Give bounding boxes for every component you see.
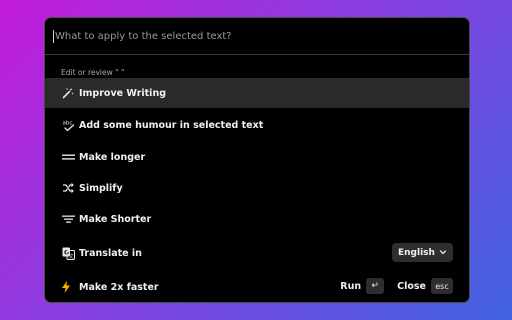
- lines-short-icon: [61, 212, 75, 226]
- magic-wand-icon: [61, 86, 75, 100]
- search-input[interactable]: [55, 30, 435, 42]
- command-label: Add some humour in selected text: [79, 119, 264, 131]
- command-label: Make longer: [79, 151, 146, 163]
- language-select-value: English: [398, 247, 435, 258]
- simplify-icon: [61, 181, 75, 195]
- enter-key-icon: ↵: [366, 278, 385, 294]
- command-make-shorter[interactable]: Make Shorter: [45, 204, 469, 234]
- chevron-down-icon: [438, 247, 448, 257]
- translate-icon: G 文: [61, 246, 75, 260]
- ai-command-palette: Edit or review " " Improve Writing abc A…: [44, 17, 470, 303]
- command-simplify[interactable]: Simplify: [45, 173, 469, 203]
- command-label: Make Shorter: [79, 213, 152, 225]
- lightning-icon: [61, 280, 75, 294]
- palette-footer: Make 2x faster Run ↵ Close esc: [45, 272, 469, 302]
- search-bar: [45, 18, 469, 55]
- text-caret: [53, 29, 54, 43]
- run-button[interactable]: Run: [340, 281, 361, 292]
- language-select[interactable]: English: [392, 243, 453, 262]
- lines-long-icon: [61, 150, 75, 164]
- command-label: Translate in: [79, 247, 142, 259]
- command-label: Simplify: [79, 182, 123, 194]
- command-label: Improve Writing: [79, 87, 167, 99]
- command-improve-writing[interactable]: Improve Writing: [45, 78, 469, 108]
- command-make-longer[interactable]: Make longer: [45, 142, 469, 172]
- section-label: Edit or review " ": [61, 68, 125, 77]
- esc-key-badge: esc: [431, 278, 453, 294]
- spellcheck-icon: abc: [61, 118, 75, 132]
- make-faster-link[interactable]: Make 2x faster: [79, 282, 159, 293]
- svg-text:abc: abc: [62, 120, 72, 126]
- command-translate[interactable]: G 文 Translate in English: [45, 238, 469, 268]
- svg-text:文: 文: [68, 252, 73, 259]
- close-button[interactable]: Close: [397, 281, 426, 292]
- footer-actions: Run ↵ Close esc: [340, 278, 453, 294]
- command-add-humour[interactable]: abc Add some humour in selected text: [45, 110, 469, 140]
